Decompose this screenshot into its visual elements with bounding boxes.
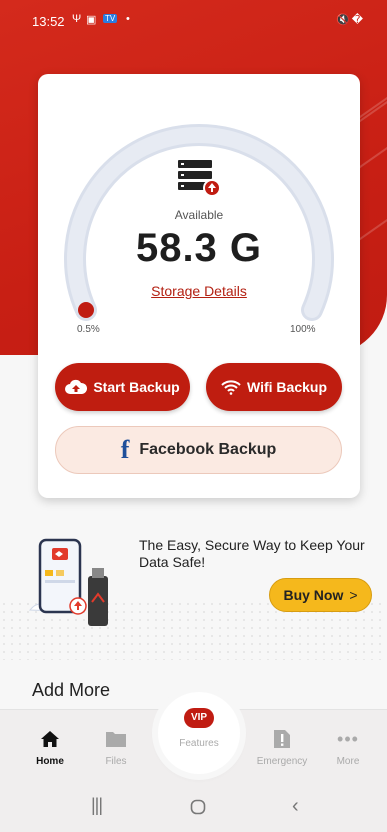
- home-icon: [20, 728, 80, 750]
- dot-icon: •: [126, 13, 130, 25]
- nav-emergency-label: Emergency: [256, 756, 308, 767]
- start-backup-button[interactable]: Start Backup: [55, 363, 190, 411]
- nav-home-label: Home: [36, 756, 64, 767]
- storage-details-link[interactable]: Storage Details: [38, 283, 360, 299]
- nav-files[interactable]: Files: [86, 728, 146, 767]
- back-icon[interactable]: ‹: [292, 795, 299, 818]
- status-time: 13:52: [32, 14, 65, 29]
- facebook-icon: f: [120, 435, 130, 464]
- wifi-backup-label: Wifi Backup: [247, 379, 327, 395]
- cloud-upload-icon: [65, 379, 88, 395]
- add-more-heading: Add More: [32, 680, 111, 700]
- system-navigation-bar: ||| ‹: [0, 785, 387, 832]
- tv-app-icon: TV: [103, 14, 118, 23]
- image-icon: ▣: [86, 14, 97, 26]
- gauge-indicator-dot: [78, 302, 94, 318]
- nav-emergency[interactable]: Emergency: [252, 728, 312, 767]
- chevron-right-icon: >: [349, 587, 358, 603]
- promo-banner: The Easy, Secure Way to Keep Your Data S…: [0, 520, 387, 660]
- facebook-backup-button[interactable]: f Facebook Backup: [55, 426, 342, 474]
- phone-backup-illustration: [28, 538, 108, 626]
- gauge-max-label: 100%: [290, 324, 316, 335]
- start-backup-label: Start Backup: [93, 379, 180, 395]
- usb-icon: Ψ: [72, 13, 82, 25]
- buy-now-label: Buy Now: [283, 587, 344, 603]
- nav-files-label: Files: [105, 756, 127, 767]
- home-circle-icon[interactable]: [190, 795, 206, 821]
- vip-badge: VIP: [184, 708, 214, 728]
- nav-features-label: Features: [179, 738, 219, 749]
- buy-now-button[interactable]: Buy Now >: [269, 578, 372, 612]
- storage-card: Available 58.3 G Storage Details 0.5% 10…: [38, 74, 360, 498]
- folder-icon: [86, 728, 146, 750]
- available-label: Available: [174, 208, 224, 222]
- available-storage-value: 58.3 G: [135, 226, 263, 270]
- features-vip-button[interactable]: VIP Features: [158, 692, 240, 774]
- status-right-icons: 🔇�: [336, 14, 365, 26]
- nav-more-label: More: [336, 756, 360, 767]
- nav-home[interactable]: Home: [20, 728, 80, 767]
- promo-text: The Easy, Secure Way to Keep Your Data S…: [139, 537, 365, 570]
- gauge-min-label: 0.5%: [77, 324, 100, 335]
- emergency-document-icon: [252, 728, 312, 750]
- facebook-backup-label: Facebook Backup: [139, 441, 277, 458]
- wifi-backup-button[interactable]: Wifi Backup: [206, 363, 342, 411]
- nav-more[interactable]: ••• More: [318, 728, 378, 768]
- wifi-icon: [221, 379, 241, 395]
- status-bar: 13:52 Ψ ▣ TV • 🔇�: [0, 0, 387, 40]
- more-dots-icon: •••: [337, 728, 359, 749]
- server-storage-icon: [178, 160, 221, 197]
- recent-apps-icon[interactable]: |||: [91, 795, 103, 816]
